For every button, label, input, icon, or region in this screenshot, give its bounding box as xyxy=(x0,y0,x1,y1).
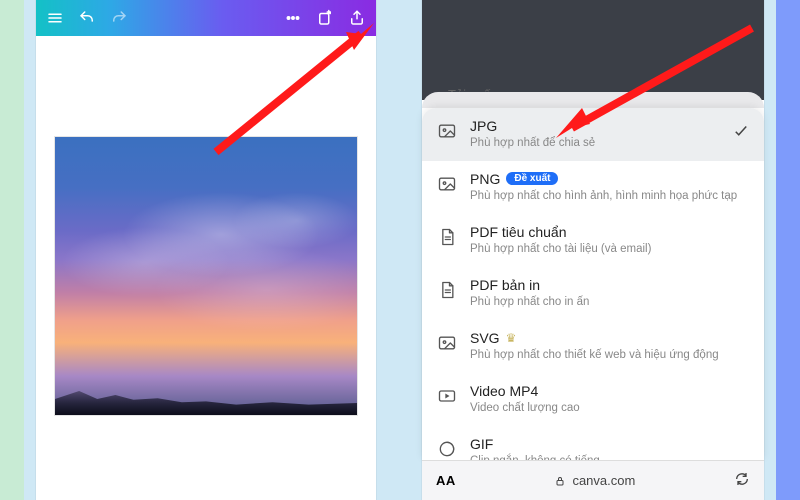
editor-canvas[interactable] xyxy=(36,36,376,456)
video-icon xyxy=(436,385,458,407)
url-text: canva.com xyxy=(572,473,635,488)
phone-editor xyxy=(36,0,376,500)
download-sheet: JPG Phù hợp nhất để chia sẻ PNG Đề xuất … xyxy=(422,108,764,460)
option-sub: Phù hợp nhất cho hình ảnh, hình minh họa… xyxy=(470,189,750,204)
share-icon[interactable] xyxy=(348,9,366,27)
refresh-button[interactable] xyxy=(734,471,750,490)
option-title: Video MP4 xyxy=(470,383,538,399)
badge-recommended: Đề xuất xyxy=(506,172,558,185)
option-svg[interactable]: SVG ♛ Phù hợp nhất cho thiết kế web và h… xyxy=(422,320,764,373)
more-icon[interactable] xyxy=(284,9,302,27)
option-pdf-print[interactable]: PDF bản in Phù hợp nhất cho in ấn xyxy=(422,267,764,320)
address-bar[interactable]: canva.com xyxy=(554,473,635,488)
add-page-icon[interactable] xyxy=(316,9,334,27)
option-title: PDF bản in xyxy=(470,277,540,293)
option-jpg[interactable]: JPG Phù hợp nhất để chia sẻ xyxy=(422,108,764,161)
option-title: SVG xyxy=(470,330,500,346)
option-title: JPG xyxy=(470,118,497,134)
menu-icon[interactable] xyxy=(46,9,64,27)
safari-bottom-bar: AA canva.com xyxy=(422,460,764,500)
option-sub: Phù hợp nhất cho thiết kế web và hiệu ứn… xyxy=(470,348,750,363)
option-sub: Phù hợp nhất cho in ấn xyxy=(470,295,750,310)
sheet-back-label: Tải xuống xyxy=(448,87,505,102)
sheet-back-button[interactable]: Tải xuống xyxy=(432,87,505,102)
option-gif[interactable]: GIF Clip ngắn, không có tiếng xyxy=(422,426,764,460)
doc-icon xyxy=(436,279,458,301)
frame-left-rail xyxy=(0,0,24,500)
option-sub: Phù hợp nhất để chia sẻ xyxy=(470,136,750,151)
option-png[interactable]: PNG Đề xuất Phù hợp nhất cho hình ảnh, h… xyxy=(422,161,764,214)
option-mp4[interactable]: Video MP4 Video chất lượng cao xyxy=(422,373,764,426)
design-image[interactable] xyxy=(54,136,358,416)
option-title: GIF xyxy=(470,436,493,452)
option-title: PDF tiêu chuẩn xyxy=(470,224,567,240)
redo-icon[interactable] xyxy=(110,9,128,27)
lock-icon xyxy=(554,475,566,487)
download-backdrop: Tải xuống xyxy=(422,0,764,100)
image-icon xyxy=(436,120,458,142)
option-pdf-standard[interactable]: PDF tiêu chuẩn Phù hợp nhất cho tài liệu… xyxy=(422,214,764,267)
phone-download: Tải xuống JPG Phù hợp nhất để chia sẻ PN… xyxy=(422,0,764,500)
option-sub: Phù hợp nhất cho tài liệu (và email) xyxy=(470,242,750,257)
check-icon xyxy=(732,122,750,145)
option-title: PNG xyxy=(470,171,500,187)
image-icon xyxy=(436,332,458,354)
reader-aa-button[interactable]: AA xyxy=(436,473,456,488)
gif-icon xyxy=(436,438,458,460)
undo-icon[interactable] xyxy=(78,9,96,27)
doc-icon xyxy=(436,226,458,248)
crown-icon: ♛ xyxy=(506,331,517,345)
option-sub: Video chất lượng cao xyxy=(470,401,750,416)
editor-topbar xyxy=(36,0,376,36)
frame-right-rail xyxy=(776,0,800,500)
image-icon xyxy=(436,173,458,195)
